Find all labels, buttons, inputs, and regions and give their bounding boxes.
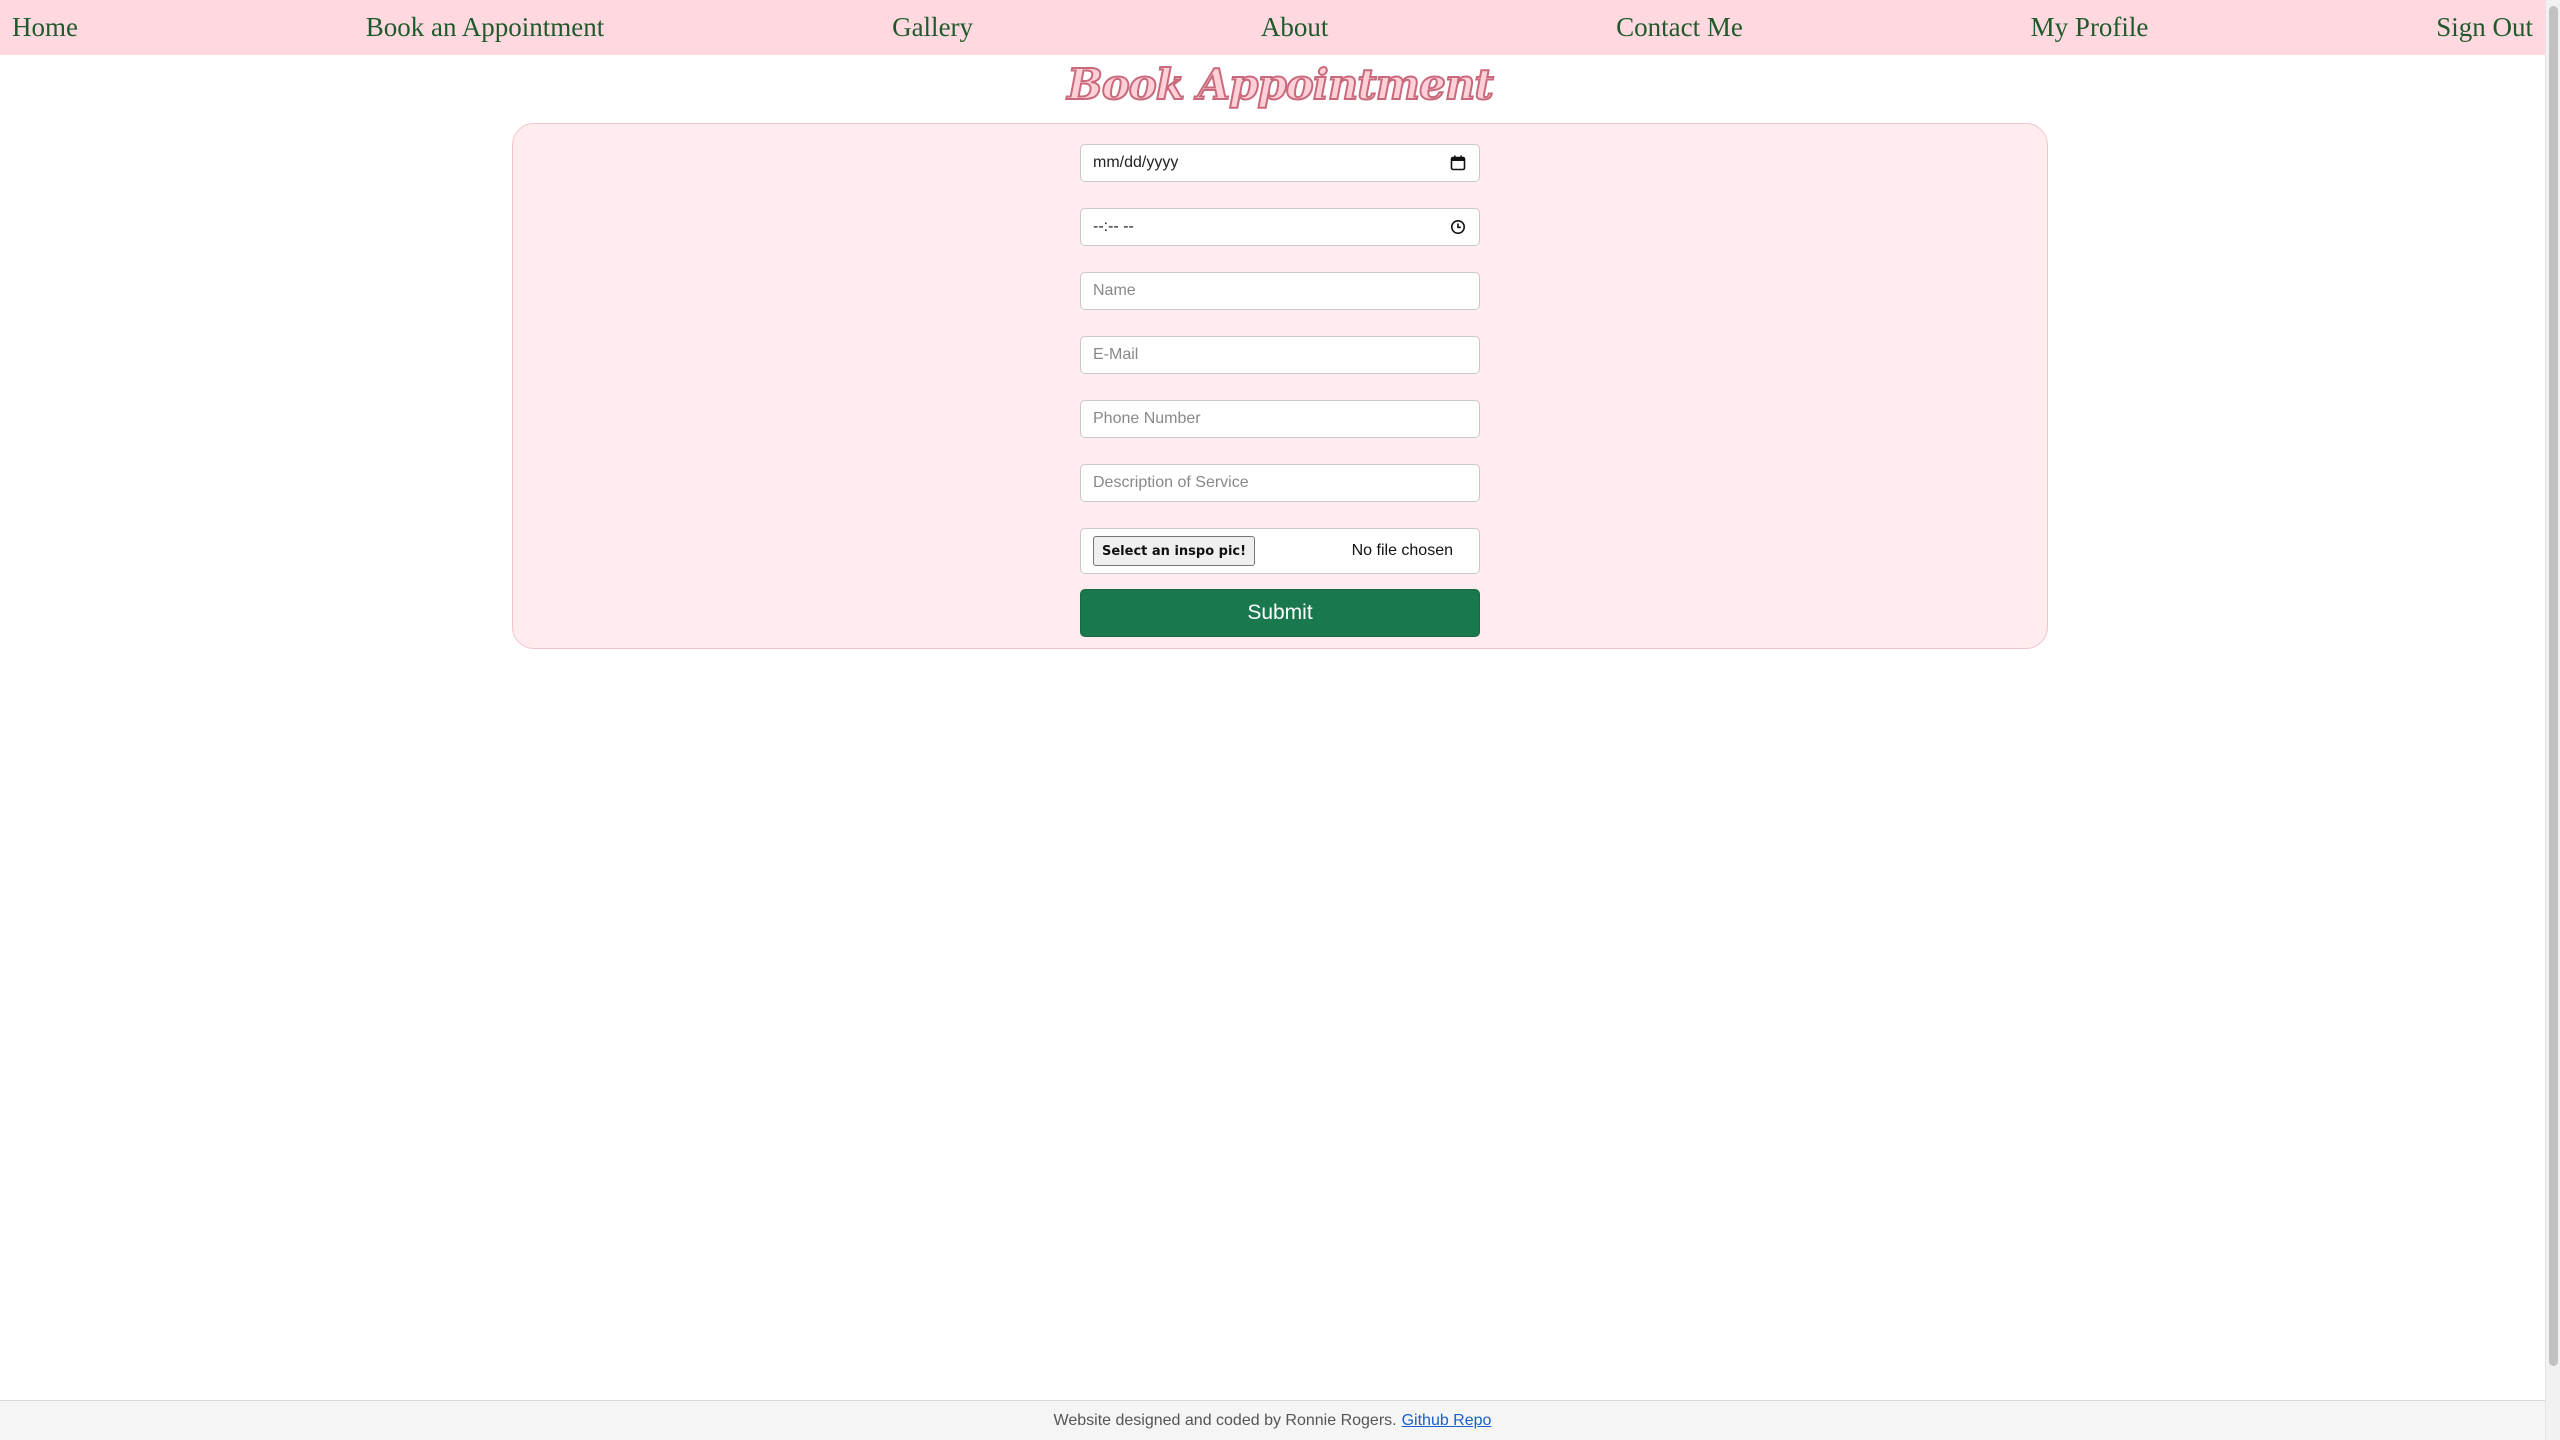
github-repo-link[interactable]: Github Repo: [1402, 1412, 1492, 1430]
nav-home-link[interactable]: Home: [12, 12, 78, 43]
name-field[interactable]: Name: [1080, 272, 1480, 310]
nav-contact-link[interactable]: Contact Me: [1616, 12, 1743, 43]
nav-about-link[interactable]: About: [1261, 12, 1329, 43]
name-field-placeholder: Name: [1093, 282, 1136, 299]
email-field[interactable]: E-Mail: [1080, 336, 1480, 374]
vertical-scrollbar[interactable]: [2545, 0, 2560, 1440]
footer-credit-text: Website designed and coded by Ronnie Rog…: [1053, 1411, 1397, 1429]
scrollbar-thumb[interactable]: [2549, 6, 2558, 1366]
email-field-placeholder: E-Mail: [1093, 346, 1139, 363]
page-footer: Website designed and coded by Ronnie Rog…: [0, 1400, 2545, 1440]
inspo-file-input: Select an inspo pic! No file chosen: [1080, 528, 1480, 574]
nav-sign-out-link[interactable]: Sign Out: [2436, 12, 2533, 43]
phone-field-placeholder: Phone Number: [1093, 410, 1201, 427]
phone-field[interactable]: Phone Number: [1080, 400, 1480, 438]
submit-button[interactable]: Submit: [1080, 589, 1480, 637]
select-inspo-pic-button[interactable]: Select an inspo pic!: [1093, 536, 1256, 566]
time-input-value: --:-- --: [1093, 218, 1134, 235]
calendar-icon[interactable]: [1449, 154, 1467, 172]
description-field-placeholder: Description of Service: [1093, 474, 1249, 491]
nav-book-appointment-link[interactable]: Book an Appointment: [366, 12, 605, 43]
file-status-text: No file chosen: [1351, 542, 1453, 559]
page-title: Book Appointment: [1066, 59, 1495, 110]
time-input[interactable]: --:-- --: [1080, 208, 1480, 246]
nav-gallery-link[interactable]: Gallery: [892, 12, 973, 43]
description-field[interactable]: Description of Service: [1080, 464, 1480, 502]
clock-icon[interactable]: [1449, 218, 1467, 236]
top-navbar: Home Book an Appointment Gallery About C…: [0, 0, 2545, 55]
nav-profile-link[interactable]: My Profile: [2031, 12, 2149, 43]
date-input[interactable]: mm/dd/yyyy: [1080, 144, 1480, 182]
date-input-value: mm/dd/yyyy: [1093, 154, 1179, 171]
appointment-form-card: mm/dd/yyyy --:-- -- Name E-Mail Phone Nu…: [512, 123, 2048, 649]
